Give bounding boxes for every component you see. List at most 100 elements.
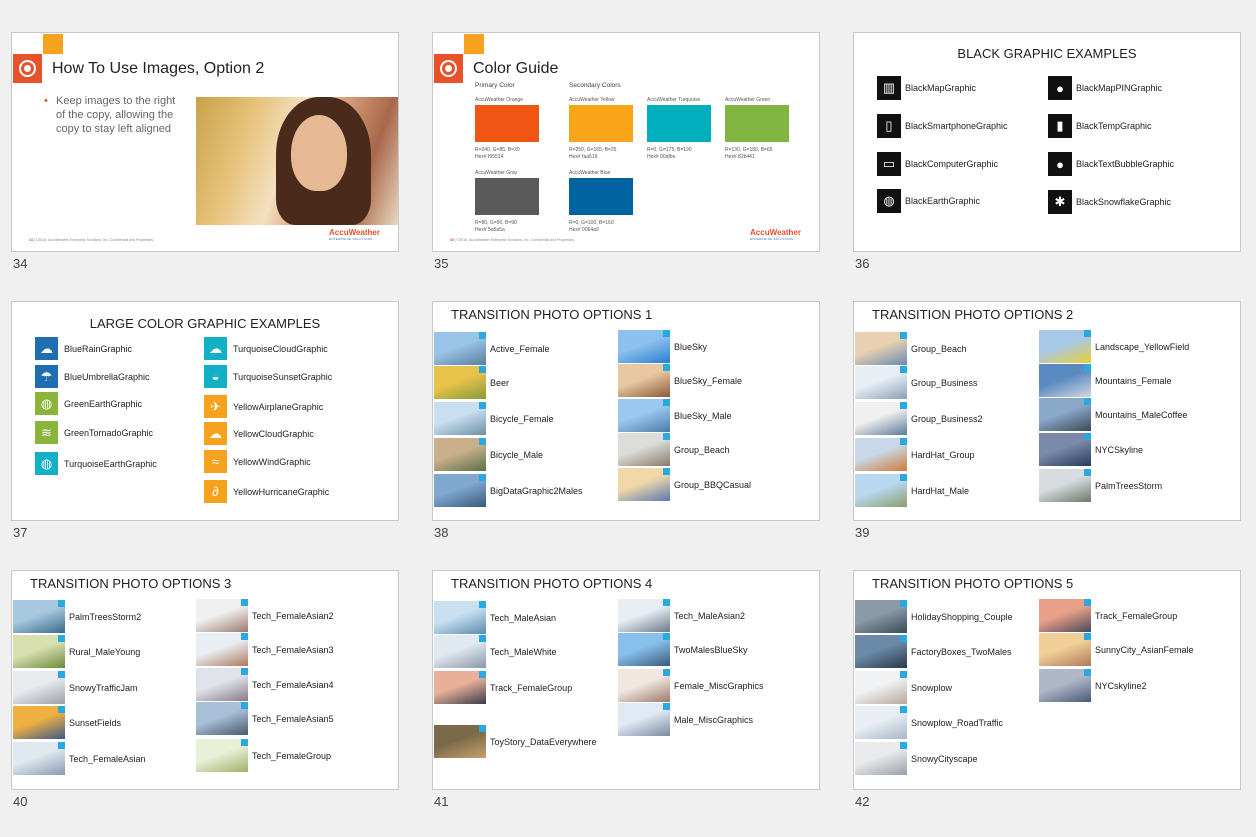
photo-option-item[interactable]: Tech_FemaleAsian3 — [196, 633, 334, 666]
photo-option-item[interactable]: Snowplow_RoadTraffic — [855, 706, 1003, 739]
slide-number: 35 — [434, 256, 449, 271]
photo-thumbnail — [855, 366, 907, 399]
photo-label: Bicycle_Female — [490, 413, 554, 424]
photo-option-item[interactable]: Group_Beach — [618, 433, 730, 466]
photo-option-item[interactable]: Tech_MaleWhite — [434, 635, 557, 668]
photo-option-item[interactable]: Bicycle_Female — [434, 402, 554, 435]
corner-badge-icon — [900, 600, 907, 607]
photo-option-item[interactable]: Group_Business2 — [855, 402, 983, 435]
photo-thumbnail — [618, 364, 670, 397]
photo-thumbnail — [434, 725, 486, 758]
photo-option-item[interactable]: Tech_MaleAsian2 — [618, 599, 745, 632]
airplane-icon: ✈ — [204, 395, 227, 418]
photo-label: Group_Beach — [911, 343, 967, 354]
swatch-name: AccuWeather Gray — [475, 170, 518, 176]
wind-icon: ≈ — [204, 450, 227, 473]
photo-option-item[interactable]: Group_Business — [855, 366, 978, 399]
corner-badge-icon — [479, 402, 486, 409]
photo-option-item[interactable]: SunsetFields — [13, 706, 121, 739]
photo-option-item[interactable]: PalmTreesStorm2 — [13, 600, 141, 633]
photo-option-item[interactable]: Tech_FemaleAsian — [13, 742, 146, 775]
photo-option-item[interactable]: BlueSky — [618, 330, 707, 363]
map-pin-icon: ● — [1048, 76, 1072, 100]
photo-thumbnail — [434, 601, 486, 634]
photo-option-item[interactable]: Rural_MaleYoung — [13, 635, 140, 668]
corner-badge-icon — [58, 706, 65, 713]
photo-option-item[interactable]: SnowyCityscape — [855, 742, 978, 775]
photo-option-item[interactable]: Tech_FemaleGroup — [196, 739, 331, 772]
photo-label: Track_FemaleGroup — [490, 682, 573, 693]
slide-42[interactable]: TRANSITION PHOTO OPTIONS 5 HolidayShoppi… — [853, 570, 1241, 790]
color-swatch — [725, 105, 789, 142]
photo-option-item[interactable]: TwoMalesBlueSky — [618, 633, 748, 666]
photo-option-item[interactable]: Group_Beach — [855, 332, 967, 365]
graphic-label: BlackSmartphoneGraphic — [905, 121, 1008, 131]
graphic-example-item: ◍ BlackEarthGraphic — [877, 189, 980, 213]
photo-option-item[interactable]: BlueSky_Female — [618, 364, 742, 397]
slide-title: TRANSITION PHOTO OPTIONS 3 — [30, 576, 232, 591]
photo-option-item[interactable]: Snowplow — [855, 671, 952, 704]
photo-thumbnail — [855, 474, 907, 507]
slide-37[interactable]: LARGE COLOR GRAPHIC EXAMPLES ☁ BlueRainGr… — [11, 301, 399, 521]
photo-option-item[interactable]: Group_BBQCasual — [618, 468, 751, 501]
corner-badge-icon — [900, 742, 907, 749]
photo-option-item[interactable]: Female_MiscGraphics — [618, 669, 764, 702]
photo-option-item[interactable]: Active_Female — [434, 332, 550, 365]
photo-option-item[interactable]: FactoryBoxes_TwoMales — [855, 635, 1012, 668]
graphic-example-item: ∂ YellowHurricaneGraphic — [204, 480, 329, 503]
photo-option-item[interactable]: Bicycle_Male — [434, 438, 543, 471]
photo-label: Tech_MaleAsian2 — [674, 610, 746, 621]
slide-41[interactable]: TRANSITION PHOTO OPTIONS 4 Tech_MaleAsia… — [432, 570, 820, 790]
photo-option-item[interactable]: HardHat_Male — [855, 474, 969, 507]
photo-option-item[interactable]: SnowyTrafficJam — [13, 671, 138, 704]
photo-option-item[interactable]: SunnyCity_AsianFemale — [1039, 633, 1194, 666]
corner-badge-icon — [479, 474, 486, 481]
photo-label: BigDataGraphic2Males — [490, 485, 583, 496]
photo-option-item[interactable]: ToyStory_DataEverywhere — [434, 725, 597, 758]
photo-option-item[interactable]: NYCskyline2 — [1039, 669, 1147, 702]
graphic-example-item: ☂ BlueUmbrellaGraphic — [35, 365, 150, 388]
photo-thumbnail — [1039, 398, 1091, 431]
swatch-hex: Hex# 82b441 — [725, 154, 755, 160]
photo-label: Tech_FemaleAsian4 — [252, 679, 334, 690]
slide-35[interactable]: Color Guide Primary Color Secondary Colo… — [432, 32, 820, 252]
slide-38[interactable]: TRANSITION PHOTO OPTIONS 1 Active_Female… — [432, 301, 820, 521]
slide-34[interactable]: How To Use Images, Option 2 • Keep image… — [11, 32, 399, 252]
photo-option-item[interactable]: HolidayShopping_Couple — [855, 600, 1013, 633]
photo-thumbnail — [434, 332, 486, 365]
accuweather-logo: AccuWeather ENTERPRISE SOLUTIONS — [329, 228, 380, 241]
photo-label: SnowyCityscape — [911, 753, 978, 764]
slide-40[interactable]: TRANSITION PHOTO OPTIONS 3 PalmTreesStor… — [11, 570, 399, 790]
photo-thumbnail — [618, 330, 670, 363]
photo-option-item[interactable]: Mountains_Female — [1039, 364, 1172, 397]
photo-label: BlueSky_Male — [674, 410, 732, 421]
corner-badge-icon — [900, 366, 907, 373]
photo-option-item[interactable]: HardHat_Group — [855, 438, 975, 471]
photo-option-item[interactable]: Tech_FemaleAsian5 — [196, 702, 334, 735]
photo-option-item[interactable]: Mountains_MaleCoffee — [1039, 398, 1187, 431]
photo-option-item[interactable]: NYCSkyline — [1039, 433, 1143, 466]
photo-thumbnail — [855, 402, 907, 435]
slide-39[interactable]: TRANSITION PHOTO OPTIONS 2 Group_Beach Gr… — [853, 301, 1241, 521]
slide-36[interactable]: BLACK GRAPHIC EXAMPLES ▥ BlackMapGraphic ●… — [853, 32, 1241, 252]
photo-option-item[interactable]: Track_FemaleGroup — [434, 671, 572, 704]
corner-badge-icon — [1084, 364, 1091, 371]
photo-option-item[interactable]: BigDataGraphic2Males — [434, 474, 583, 507]
photo-thumbnail — [434, 402, 486, 435]
photo-option-item[interactable]: Track_FemaleGroup — [1039, 599, 1177, 632]
photo-option-item[interactable]: Male_MiscGraphics — [618, 703, 753, 736]
photo-option-item[interactable]: Tech_FemaleAsian2 — [196, 599, 334, 632]
photo-option-item[interactable]: BlueSky_Male — [618, 399, 732, 432]
graphic-example-item: ◍ TurquoiseEarthGraphic — [35, 452, 157, 475]
photo-option-item[interactable]: PalmTreesStorm — [1039, 469, 1162, 502]
corner-badge-icon — [663, 703, 670, 710]
photo-thumbnail — [13, 600, 65, 633]
photo-option-item[interactable]: Landscape_YellowField — [1039, 330, 1189, 363]
photo-option-item[interactable]: Tech_MaleAsian — [434, 601, 556, 634]
swatch-name: AccuWeather Orange — [475, 97, 523, 103]
earth-icon: ◍ — [35, 452, 58, 475]
photo-option-item[interactable]: Tech_FemaleAsian4 — [196, 668, 334, 701]
photo-option-item[interactable]: Beer — [434, 366, 509, 399]
swatch-values: R=90, G=90, B=90 Hex# 5a5a5a — [475, 220, 545, 234]
corner-badge-icon — [58, 742, 65, 749]
